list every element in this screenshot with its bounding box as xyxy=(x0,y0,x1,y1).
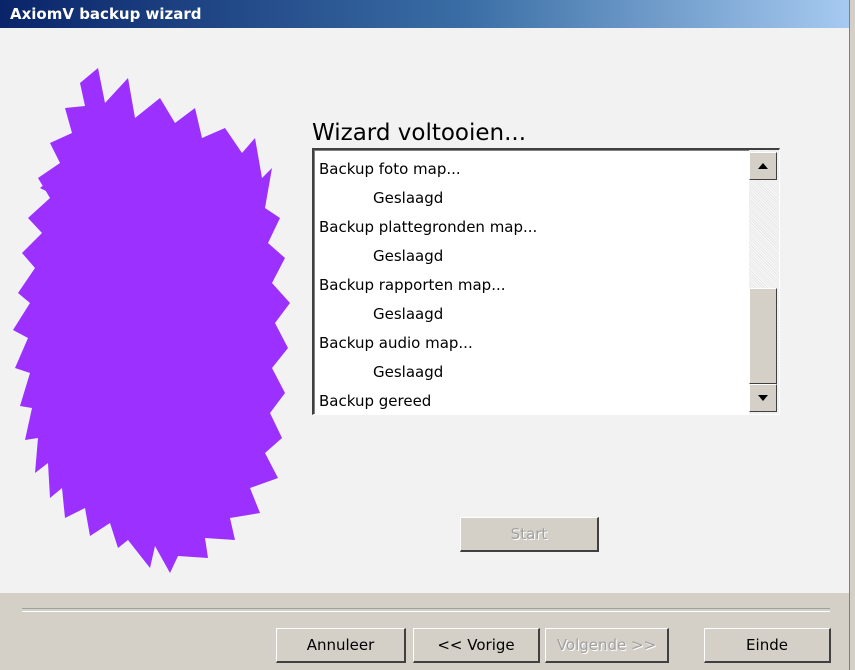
footer-divider xyxy=(22,608,830,612)
list-item[interactable]: Backup plattegronden map... xyxy=(319,213,537,242)
scrollbar-thumb[interactable] xyxy=(749,288,777,384)
list-item[interactable]: Backup foto map... xyxy=(319,155,537,184)
cancel-button[interactable]: Annuleer xyxy=(276,628,406,663)
scroll-down-button[interactable] xyxy=(749,384,777,412)
window-frame xyxy=(849,0,855,670)
progress-log-list[interactable]: Backup foto map... Geslaagd Backup platteg… xyxy=(312,148,780,415)
finish-button[interactable]: Einde xyxy=(704,628,831,663)
log-items: Backup foto map... Geslaagd Backup platteg… xyxy=(319,155,537,414)
list-item[interactable]: Geslaagd xyxy=(319,242,537,271)
vertical-scrollbar[interactable] xyxy=(749,150,779,414)
previous-button[interactable]: << Vorige xyxy=(413,628,540,663)
list-item[interactable]: Geslaagd xyxy=(319,358,537,387)
list-item[interactable]: Geslaagd xyxy=(319,300,537,329)
next-button[interactable]: Volgende >> xyxy=(545,628,669,663)
arrow-up-icon xyxy=(758,163,768,169)
page-title: Wizard voltooien... xyxy=(312,120,527,146)
list-item[interactable]: Backup audio map... xyxy=(319,329,537,358)
list-item[interactable]: Backup gereed xyxy=(319,387,537,414)
wizard-side-graphic xyxy=(13,68,290,573)
list-item[interactable]: Backup rapporten map... xyxy=(319,271,537,300)
window-title: AxiomV backup wizard xyxy=(10,5,202,23)
list-item[interactable]: Geslaagd xyxy=(319,184,537,213)
title-bar: AxiomV backup wizard xyxy=(0,0,849,28)
scroll-up-button[interactable] xyxy=(749,152,777,180)
arrow-down-icon xyxy=(758,395,768,401)
start-button[interactable]: Start xyxy=(460,517,599,552)
